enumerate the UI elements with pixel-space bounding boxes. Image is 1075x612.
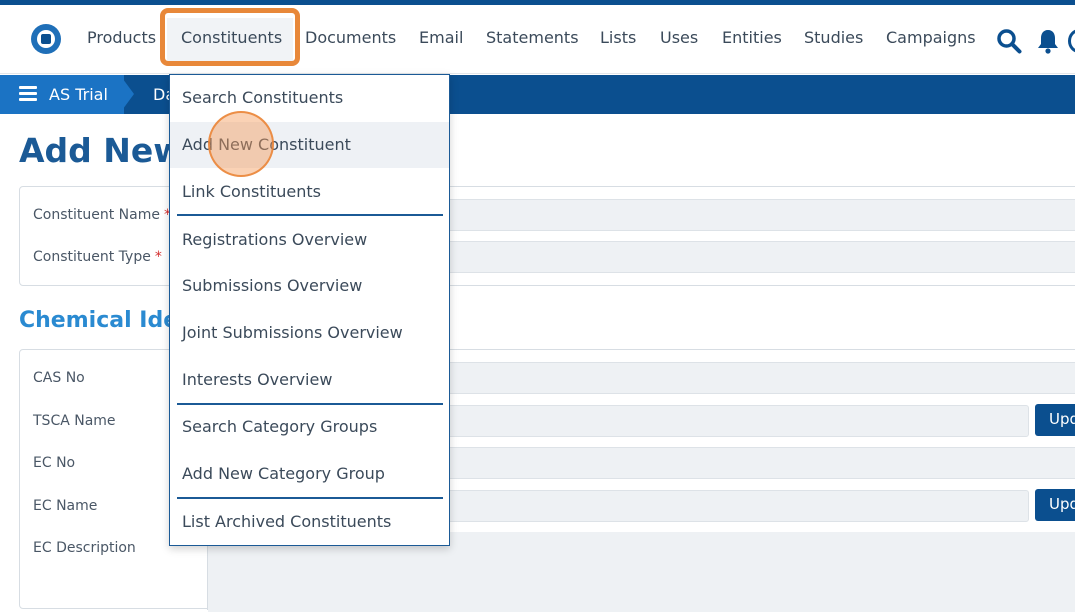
menu-item-list-archived-constituents[interactable]: List Archived Constituents <box>170 499 449 545</box>
hamburger-menu-icon[interactable] <box>19 86 37 102</box>
nav-item-documents[interactable]: Documents <box>305 28 396 47</box>
logo-icon[interactable] <box>31 24 61 54</box>
highlight-box-constituents <box>160 8 300 66</box>
nav-item-campaigns[interactable]: Campaigns <box>886 28 976 47</box>
constituent-type-label: Constituent Type * <box>33 249 162 265</box>
menu-item-interests-overview[interactable]: Interests Overview <box>170 357 449 403</box>
nav-item-products[interactable]: Products <box>87 28 156 47</box>
menu-divider <box>177 214 443 216</box>
menu-item-search-category-groups[interactable]: Search Category Groups <box>170 404 449 450</box>
nav-item-entities[interactable]: Entities <box>722 28 782 47</box>
constituent-name-label: Constituent Name * <box>33 207 171 223</box>
ec-no-label: EC No <box>33 455 76 471</box>
menu-item-submissions-overview[interactable]: Submissions Overview <box>170 263 449 309</box>
menu-item-joint-submissions-overview[interactable]: Joint Submissions Overview <box>170 310 449 356</box>
ec-name-label: EC Name <box>33 498 98 514</box>
nav-item-lists[interactable]: Lists <box>600 28 636 47</box>
menu-item-add-new-category-group[interactable]: Add New Category Group <box>170 451 449 497</box>
nav-item-studies[interactable]: Studies <box>804 28 863 47</box>
nav-item-uses[interactable]: Uses <box>660 28 698 47</box>
nav-item-email[interactable]: Email <box>419 28 463 47</box>
breadcrumb-item-first[interactable]: AS Trial <box>0 75 124 114</box>
nav-item-statements[interactable]: Statements <box>486 28 579 47</box>
ec-description-label: EC Description <box>33 540 136 556</box>
breadcrumb-arrow-icon <box>120 75 134 113</box>
breadcrumb: AS Trial Da <box>0 75 1075 114</box>
page-title: Add New <box>19 131 184 170</box>
tsca-name-label: TSCA Name <box>33 413 116 429</box>
search-icon[interactable] <box>996 28 1022 54</box>
bell-icon[interactable] <box>1036 28 1060 54</box>
menu-item-search-constituents[interactable]: Search Constituents <box>170 75 449 121</box>
menu-item-link-constituents[interactable]: Link Constituents <box>170 169 449 215</box>
cas-no-label: CAS No <box>33 370 85 386</box>
click-indicator <box>208 111 274 177</box>
avatar-icon[interactable] <box>1068 29 1075 53</box>
update-ec-name-button[interactable]: Upd <box>1035 489 1075 521</box>
update-tsca-button[interactable]: Upd <box>1035 404 1075 436</box>
menu-item-registrations-overview[interactable]: Registrations Overview <box>170 217 449 263</box>
breadcrumb-first-label: AS Trial <box>49 85 108 104</box>
